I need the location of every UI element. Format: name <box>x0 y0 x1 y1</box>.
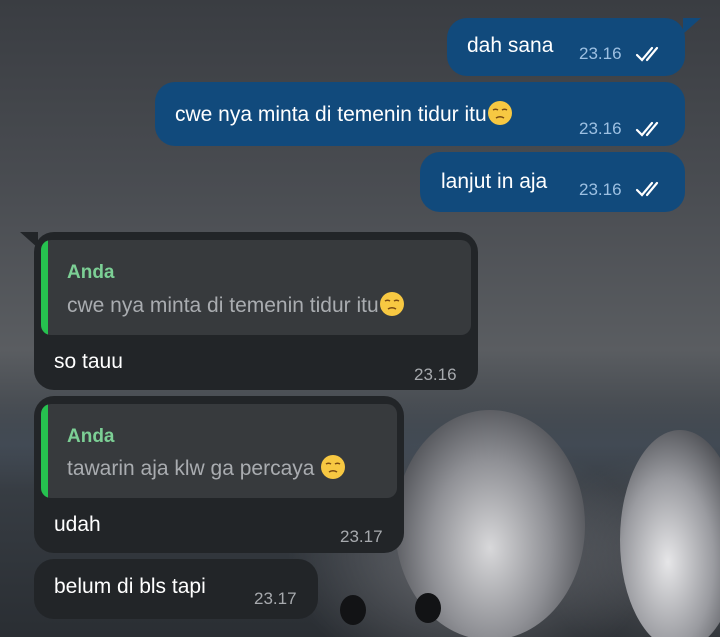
quote-bar <box>41 240 48 335</box>
message-text: dah sana <box>467 34 554 57</box>
message-time: 23.16 <box>579 44 622 63</box>
double-check-icon <box>635 121 659 137</box>
message-text: cwe nya minta di temenin tidur itu <box>175 101 512 127</box>
message-time: 23.17 <box>340 527 383 546</box>
quote-author: Anda <box>67 262 115 283</box>
message-text-content: cwe nya minta di temenin tidur itu <box>175 103 487 126</box>
double-check-icon <box>635 46 659 62</box>
outgoing-message[interactable]: lanjut in aja 23.16 <box>420 152 685 212</box>
message-time: 23.17 <box>254 589 297 608</box>
unamused-face-emoji <box>487 101 512 125</box>
unamused-face-emoji <box>321 455 346 479</box>
message-text: belum di bls tapi <box>54 575 206 598</box>
quoted-message[interactable]: Anda cwe nya minta di temenin tidur itu <box>41 240 471 335</box>
message-time: 23.16 <box>579 119 622 138</box>
message-text: lanjut in aja <box>441 170 548 193</box>
quote-text: tawarin aja klw ga percaya <box>67 455 346 481</box>
bubble-tail <box>683 18 701 34</box>
unamused-face-emoji <box>379 292 404 316</box>
quoted-message[interactable]: Anda tawarin aja klw ga percaya <box>41 404 397 498</box>
message-time: 23.16 <box>414 365 457 384</box>
message-time: 23.16 <box>579 180 622 199</box>
incoming-message[interactable]: Anda cwe nya minta di temenin tidur itu … <box>34 232 478 390</box>
incoming-message[interactable]: belum di bls tapi 23.17 <box>34 559 318 619</box>
outgoing-message[interactable]: dah sana 23.16 <box>447 18 685 76</box>
message-text: so tauu <box>54 350 123 373</box>
incoming-message[interactable]: Anda tawarin aja klw ga percaya udah 23.… <box>34 396 404 553</box>
quote-author: Anda <box>67 426 115 447</box>
quote-text-content: cwe nya minta di temenin tidur itu <box>67 294 379 317</box>
wallpaper-penguin-eye <box>415 593 441 623</box>
quote-text-content: tawarin aja klw ga percaya <box>67 457 321 480</box>
quote-text: cwe nya minta di temenin tidur itu <box>67 292 404 318</box>
double-check-icon <box>635 181 659 197</box>
wallpaper-penguin-eye <box>340 595 366 625</box>
quote-bar <box>41 404 48 498</box>
message-text: udah <box>54 513 101 536</box>
outgoing-message[interactable]: cwe nya minta di temenin tidur itu 23.16 <box>155 82 685 146</box>
